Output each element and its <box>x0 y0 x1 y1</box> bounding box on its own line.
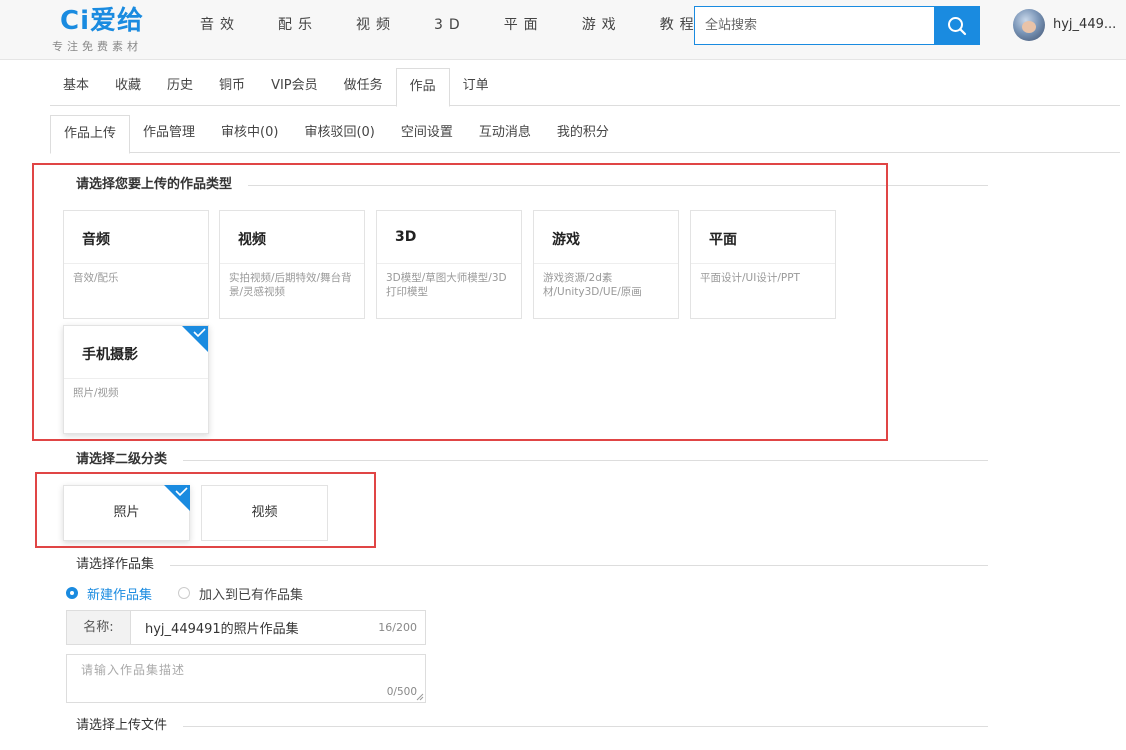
card-divider <box>377 263 521 264</box>
search-box <box>694 6 980 45</box>
type-card-audio[interactable]: 音频 音效/配乐 <box>63 210 209 319</box>
check-icon <box>164 485 190 511</box>
card-title: 音频 <box>82 232 110 248</box>
tab-upload[interactable]: 作品上传 <box>50 115 131 154</box>
card-divider <box>64 263 208 264</box>
tab-vip[interactable]: VIP会员 <box>258 68 331 106</box>
radio-dot <box>66 587 78 599</box>
section-upload-label: 请选择上传文件 <box>58 718 184 733</box>
tab-tasks[interactable]: 做任务 <box>331 68 396 106</box>
search-button[interactable] <box>934 7 979 44</box>
radio-existing-collection[interactable]: 加入到已有作品集 <box>178 584 303 603</box>
section-subcategory-label: 请选择二级分类 <box>58 452 184 467</box>
nav-item-graphic[interactable]: 平面 <box>504 0 544 50</box>
tab-works[interactable]: 作品 <box>395 68 450 107</box>
nav-item-3d[interactable]: 3D <box>434 0 466 50</box>
section-type-label: 请选择您要上传的作品类型 <box>58 177 249 192</box>
tab-favorites[interactable]: 收藏 <box>102 68 154 106</box>
type-card-3d[interactable]: 3D 3D模型/草图大师模型/3D打印模型 <box>376 210 522 319</box>
works-subtabs: 作品上传 作品管理 审核中(0) 审核驳回(0) 空间设置 互动消息 我的积分 <box>50 115 1120 154</box>
card-desc: 实拍视频/后期特效/舞台背景/灵感视频 <box>229 272 352 298</box>
desc-char-count: 0/500 <box>386 686 417 698</box>
username[interactable]: hyj_449... <box>1053 17 1116 32</box>
nav-item-music[interactable]: 配乐 <box>278 0 318 50</box>
site-logo[interactable]: Ci爱给 专注免费素材 <box>52 4 172 56</box>
card-divider <box>534 263 678 264</box>
top-header: Ci爱给 专注免费素材 音效 配乐 视频 3D 平面 游戏 教程 hyj_449… <box>0 0 1126 60</box>
radio-new-collection[interactable]: 新建作品集 <box>66 584 152 603</box>
collection-desc-input[interactable] <box>67 655 425 702</box>
account-tabs: 基本 收藏 历史 铜币 VIP会员 做任务 作品 订单 <box>50 68 1120 107</box>
card-desc: 音效/配乐 <box>73 272 119 284</box>
section-type-title: 请选择您要上传的作品类型 <box>58 175 988 195</box>
nav-item-video[interactable]: 视频 <box>356 0 396 50</box>
search-input[interactable] <box>695 7 935 44</box>
logo-tagline: 专注免费素材 <box>52 40 142 53</box>
card-desc: 照片/视频 <box>73 387 119 399</box>
subcategory-video[interactable]: 视频 <box>201 485 328 541</box>
tab-rejected[interactable]: 审核驳回(0) <box>291 115 387 153</box>
name-label: 名称: <box>67 611 131 644</box>
tab-manage[interactable]: 作品管理 <box>130 115 208 153</box>
tab-orders[interactable]: 订单 <box>450 68 502 106</box>
card-desc: 游戏资源/2d素材/Unity3D/UE/原画 <box>543 272 642 298</box>
type-card-graphic[interactable]: 平面 平面设计/UI设计/PPT <box>690 210 836 319</box>
card-title: 平面 <box>709 232 737 248</box>
section-subcategory-title: 请选择二级分类 <box>58 450 988 470</box>
collection-name-field: 名称: 16/200 <box>66 610 426 645</box>
card-title: 手机摄影 <box>82 347 138 363</box>
card-desc: 3D模型/草图大师模型/3D打印模型 <box>386 272 507 298</box>
card-divider <box>64 378 208 379</box>
radio-label: 新建作品集 <box>87 587 153 603</box>
resize-handle-icon[interactable] <box>416 693 424 701</box>
nav-item-audio[interactable]: 音效 <box>200 0 240 50</box>
section-collection-label: 请选择作品集 <box>58 557 171 572</box>
tab-space-settings[interactable]: 空间设置 <box>388 115 466 153</box>
section-collection-title: 请选择作品集 <box>58 555 988 575</box>
radio-label: 加入到已有作品集 <box>199 587 304 603</box>
tab-basic[interactable]: 基本 <box>50 68 102 106</box>
type-card-mobile-photo[interactable]: 手机摄影 照片/视频 <box>63 325 209 434</box>
tab-history[interactable]: 历史 <box>154 68 206 106</box>
collection-name-input[interactable] <box>145 611 375 644</box>
nav-item-game[interactable]: 游戏 <box>582 0 622 50</box>
section-upload-title: 请选择上传文件 <box>58 716 988 736</box>
collection-desc-field: 0/500 <box>66 654 426 703</box>
radio-dot <box>178 587 191 599</box>
card-title: 3D <box>395 229 417 245</box>
name-char-count: 16/200 <box>378 621 417 634</box>
card-divider <box>220 263 364 264</box>
search-icon <box>947 16 966 35</box>
card-title: 游戏 <box>552 232 580 248</box>
card-title: 视频 <box>238 232 266 248</box>
tab-reviewing[interactable]: 审核中(0) <box>208 115 291 153</box>
type-card-video[interactable]: 视频 实拍视频/后期特效/舞台背景/灵感视频 <box>219 210 365 319</box>
card-divider <box>691 263 835 264</box>
main-nav: 音效 配乐 视频 3D 平面 游戏 教程 <box>200 0 738 50</box>
check-icon <box>182 326 208 352</box>
type-card-game[interactable]: 游戏 游戏资源/2d素材/Unity3D/UE/原画 <box>533 210 679 319</box>
tab-coins[interactable]: 铜币 <box>206 68 258 106</box>
avatar[interactable] <box>1013 9 1045 41</box>
logo-text: Ci爱给 <box>60 6 144 36</box>
card-desc: 平面设计/UI设计/PPT <box>700 272 800 284</box>
tab-messages[interactable]: 互动消息 <box>466 115 544 153</box>
tab-points[interactable]: 我的积分 <box>544 115 622 153</box>
collection-radio-group: 新建作品集 加入到已有作品集 <box>66 584 329 603</box>
